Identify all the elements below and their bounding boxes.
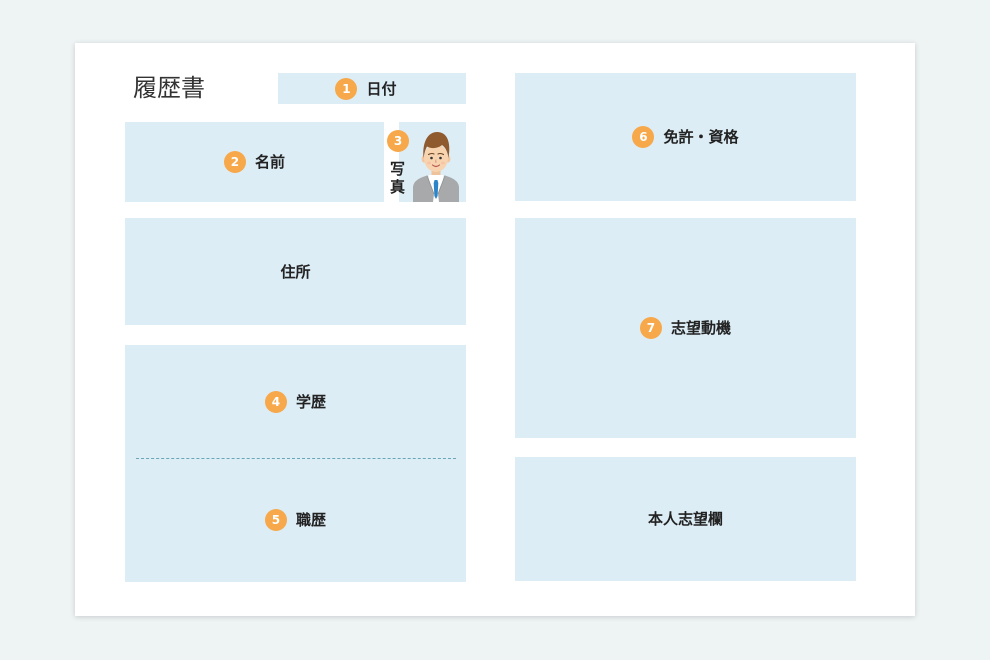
number-badge-5: 5 xyxy=(264,509,287,531)
preferences-label: 本人志望欄 xyxy=(647,510,723,528)
motivation-label: 志望動機 xyxy=(670,319,731,337)
education-section: 4 学歴 xyxy=(125,345,466,458)
licenses-label: 免許・資格 xyxy=(663,128,739,146)
avatar-face xyxy=(424,144,448,172)
name-field-caption: 2 名前 xyxy=(223,151,285,173)
work-history-label: 職歴 xyxy=(295,511,326,529)
licenses-field: 6 免許・資格 xyxy=(515,73,856,201)
licenses-caption: 6 免許・資格 xyxy=(632,126,739,148)
number-badge-6: 6 xyxy=(632,126,655,148)
work-history-caption: 5 職歴 xyxy=(264,509,326,531)
person-avatar-icon xyxy=(413,132,459,202)
date-field-caption: 1 日付 xyxy=(335,77,397,100)
history-field: 4 学歴 5 職歴 xyxy=(125,345,466,582)
motivation-field: 7 志望動機 xyxy=(515,218,856,438)
preferences-field: 本人志望欄 xyxy=(515,457,856,581)
work-history-section: 5 職歴 xyxy=(125,458,466,582)
number-badge-7: 7 xyxy=(639,317,662,339)
name-field: 2 名前 xyxy=(125,122,384,202)
number-badge-4: 4 xyxy=(264,390,287,413)
photo-label-top: 写 xyxy=(390,160,406,178)
address-field: 住所 xyxy=(125,218,466,325)
photo-label-bottom: 真 xyxy=(390,178,406,196)
date-field: 1 日付 xyxy=(278,73,466,104)
motivation-caption: 7 志望動機 xyxy=(639,317,731,339)
number-badge-2: 2 xyxy=(223,151,246,173)
name-label: 名前 xyxy=(254,153,285,171)
number-badge-1: 1 xyxy=(335,77,358,100)
avatar-eye-left xyxy=(430,156,433,160)
avatar-eye-right xyxy=(439,156,442,160)
date-label: 日付 xyxy=(366,79,397,98)
resume-title: 履歴書 xyxy=(133,74,205,102)
education-label: 学歴 xyxy=(295,392,326,411)
education-caption: 4 学歴 xyxy=(264,390,326,413)
address-label: 住所 xyxy=(280,262,311,281)
number-badge-3: 3 xyxy=(387,130,409,152)
